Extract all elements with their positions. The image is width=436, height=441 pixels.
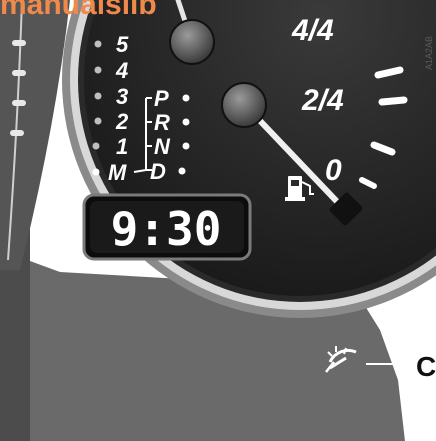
gear-r: R bbox=[154, 110, 170, 135]
tach-label-m: M bbox=[108, 160, 127, 185]
gear-n: N bbox=[154, 134, 171, 159]
upper-needle-hub bbox=[169, 19, 215, 65]
cluster-illustration: manualslib 4/4 2/4 0 5 4 3 2 1 M P R N D… bbox=[0, 0, 436, 441]
clock-display: 9:30 bbox=[82, 193, 252, 261]
watermark-text: manualslib bbox=[0, 0, 157, 21]
instrument-cluster-photo: manualslib 4/4 2/4 0 5 4 3 2 1 M P R N D… bbox=[0, 0, 436, 441]
tach-label-5: 5 bbox=[116, 32, 129, 57]
figure-code: A1A2AB bbox=[424, 36, 434, 70]
fuel-label-full: 4/4 bbox=[291, 14, 334, 47]
fuel-needle-hub bbox=[221, 82, 267, 128]
tach-label-2: 2 bbox=[115, 109, 129, 134]
fuel-label-half: 2/4 bbox=[301, 84, 344, 117]
tach-label-4: 4 bbox=[115, 58, 128, 83]
tach-label-3: 3 bbox=[116, 84, 128, 109]
clock-time: 9:30 bbox=[111, 202, 222, 256]
fuel-label-empty: 0 bbox=[325, 154, 342, 187]
tach-label-1: 1 bbox=[116, 134, 128, 159]
callout-letter: C bbox=[416, 351, 436, 382]
gear-p: P bbox=[154, 86, 169, 111]
gear-d: D bbox=[150, 159, 166, 184]
